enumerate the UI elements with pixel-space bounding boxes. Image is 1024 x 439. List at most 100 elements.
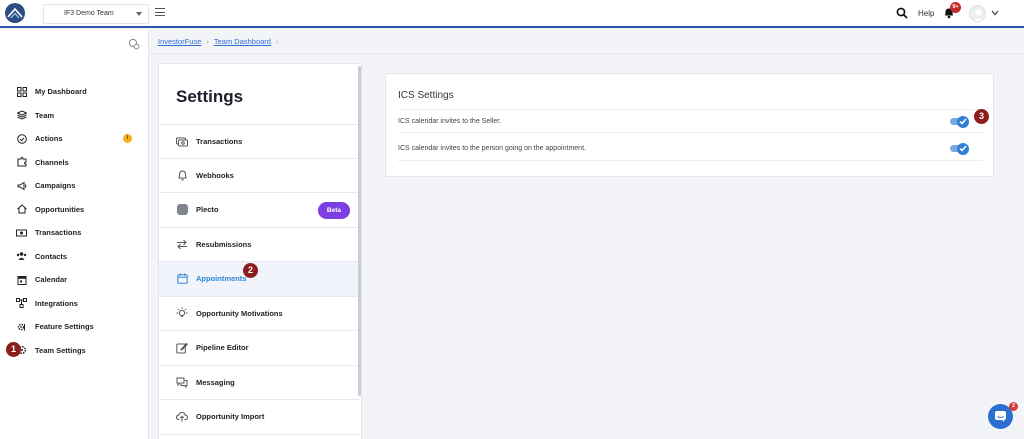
check-icon (957, 115, 969, 128)
settings-list: Transactions Webhooks Plecto Beta Resubm… (159, 124, 360, 435)
chevron-down-icon[interactable] (991, 10, 999, 16)
sidebar-item-opportunities[interactable]: Opportunities (0, 198, 149, 222)
settings-item-opportunity-motivations[interactable]: Opportunity Motivations (159, 297, 360, 331)
settings-item-label: Opportunity Motivations (196, 308, 283, 318)
settings-item-webhooks[interactable]: Webhooks (159, 159, 360, 193)
sidebar-item-integrations[interactable]: Integrations (0, 292, 149, 316)
sidebar-item-team-settings[interactable]: Team Settings (0, 339, 149, 363)
settings-item-opportunity-import[interactable]: Opportunity Import (159, 400, 360, 435)
chat-bubbles-icon (176, 376, 188, 388)
sidebar-item-campaigns[interactable]: Campaigns (0, 174, 149, 198)
gear-sliders-icon (16, 321, 27, 332)
sidebar-item-label: Contacts (35, 251, 68, 261)
calendar-icon (16, 274, 27, 285)
team-select-value: IF3 Demo Team (64, 10, 114, 17)
top-bar: IF3 Demo Team Help 9+ (0, 0, 1024, 28)
settings-menu: Settings Transactions Webhooks Plecto Be… (158, 63, 362, 439)
settings-item-label: Resubmissions (196, 239, 252, 249)
sidebar-item-transactions[interactable]: Transactions (0, 221, 149, 245)
sidebar-item-label: My Dashboard (35, 87, 87, 97)
sidebar-nav: My Dashboard Team Actions i Channels Cam… (0, 80, 149, 362)
settings-item-pipeline-editor[interactable]: Pipeline Editor (159, 331, 360, 366)
sidebar-item-label: Channels (35, 157, 69, 167)
check-circle-icon (16, 133, 27, 144)
sidebar-item-feature-settings[interactable]: Feature Settings (0, 315, 149, 339)
ics-seller-toggle[interactable] (950, 115, 969, 128)
ics-row-label: ICS calendar invites to the person going… (398, 145, 586, 152)
team-select[interactable]: IF3 Demo Team (43, 4, 149, 24)
settings-item-transactions[interactable]: Transactions (159, 124, 360, 159)
search-icon[interactable] (896, 7, 908, 19)
users-icon (16, 251, 27, 262)
settings-item-plecto[interactable]: Plecto Beta (159, 193, 360, 228)
plecto-logo-icon (176, 204, 188, 216)
home-icon (16, 204, 27, 215)
chat-settings-icon[interactable] (128, 38, 140, 50)
breadcrumb-divider (149, 53, 1024, 54)
breadcrumb-investorfuse[interactable]: InvestorFuse (158, 37, 201, 46)
cloud-upload-icon (176, 411, 188, 423)
ics-row-seller: ICS calendar invites to the Seller. (398, 109, 983, 133)
sidebar-item-label: Feature Settings (35, 322, 94, 332)
sidebar-item-label: Integrations (35, 298, 78, 308)
puzzle-icon (16, 157, 27, 168)
ics-settings-card: ICS Settings ICS calendar invites to the… (385, 73, 994, 177)
sidebar-item-label: Transactions (35, 228, 82, 238)
sidebar-item-calendar[interactable]: Calendar (0, 268, 149, 292)
check-icon (957, 142, 969, 155)
breadcrumb-team-dashboard[interactable]: Team Dashboard (214, 37, 271, 46)
ics-row-label: ICS calendar invites to the Seller. (398, 118, 502, 125)
sidebar-item-team[interactable]: Team (0, 104, 149, 128)
chat-badge: 2 (1009, 402, 1018, 411)
chevron-down-icon (136, 12, 142, 16)
sidebar-item-contacts[interactable]: Contacts (0, 245, 149, 269)
settings-item-label: Transactions (196, 136, 243, 146)
breadcrumb: InvestorFuse › Team Dashboard › (158, 37, 283, 46)
lightbulb-icon (176, 307, 188, 319)
settings-item-label: Appointments (196, 274, 247, 284)
step-marker-3: 3 (974, 109, 989, 124)
bell-outline-icon (176, 169, 188, 181)
settings-item-label: Webhooks (196, 170, 234, 180)
avatar[interactable] (969, 5, 986, 22)
money-icon (16, 227, 27, 238)
sidebar-item-actions[interactable]: Actions i (0, 127, 149, 151)
sidebar-item-channels[interactable]: Channels (0, 151, 149, 175)
settings-item-appointments[interactable]: Appointments (159, 262, 360, 297)
sidebar-item-my-dashboard[interactable]: My Dashboard (0, 80, 149, 104)
grid-icon (16, 86, 27, 97)
step-marker-1: 1 (6, 342, 21, 357)
sidebar-item-label: Team (35, 110, 55, 120)
money-stack-icon (176, 135, 188, 147)
step-marker-2: 2 (243, 263, 258, 278)
sidebar: My Dashboard Team Actions i Channels Cam… (0, 30, 149, 439)
ics-row-appointment-person: ICS calendar invites to the person going… (398, 137, 983, 161)
sidebar-item-label: Team Settings (35, 345, 86, 355)
settings-scrollbar[interactable] (358, 66, 361, 396)
settings-item-label: Messaging (196, 377, 235, 387)
sidebar-item-label: Opportunities (35, 204, 85, 214)
actions-badge: i (123, 134, 132, 143)
sidebar-item-label: Campaigns (35, 181, 76, 191)
settings-item-label: Plecto (196, 205, 219, 215)
layers-icon (16, 110, 27, 121)
settings-item-resubmissions[interactable]: Resubmissions (159, 228, 360, 262)
swap-arrows-icon (176, 238, 188, 250)
megaphone-icon (16, 180, 27, 191)
calendar-icon (176, 273, 188, 285)
beta-badge: Beta (317, 202, 350, 219)
network-icon (16, 298, 27, 309)
breadcrumb-chevron-icon: › (275, 37, 279, 46)
settings-item-messaging[interactable]: Messaging (159, 366, 360, 400)
edit-icon (176, 342, 188, 354)
chat-icon (995, 411, 1006, 422)
menu-icon[interactable] (155, 8, 165, 16)
investorfuse-logo[interactable] (5, 3, 25, 23)
sidebar-item-label: Actions (35, 134, 63, 144)
page-title: Settings (176, 87, 244, 106)
ics-appointment-person-toggle[interactable] (950, 142, 969, 155)
settings-item-label: Pipeline Editor (196, 343, 249, 353)
ics-settings-title: ICS Settings (398, 90, 454, 101)
help-link[interactable]: Help (918, 9, 934, 18)
breadcrumb-chevron-icon: › (206, 37, 209, 46)
